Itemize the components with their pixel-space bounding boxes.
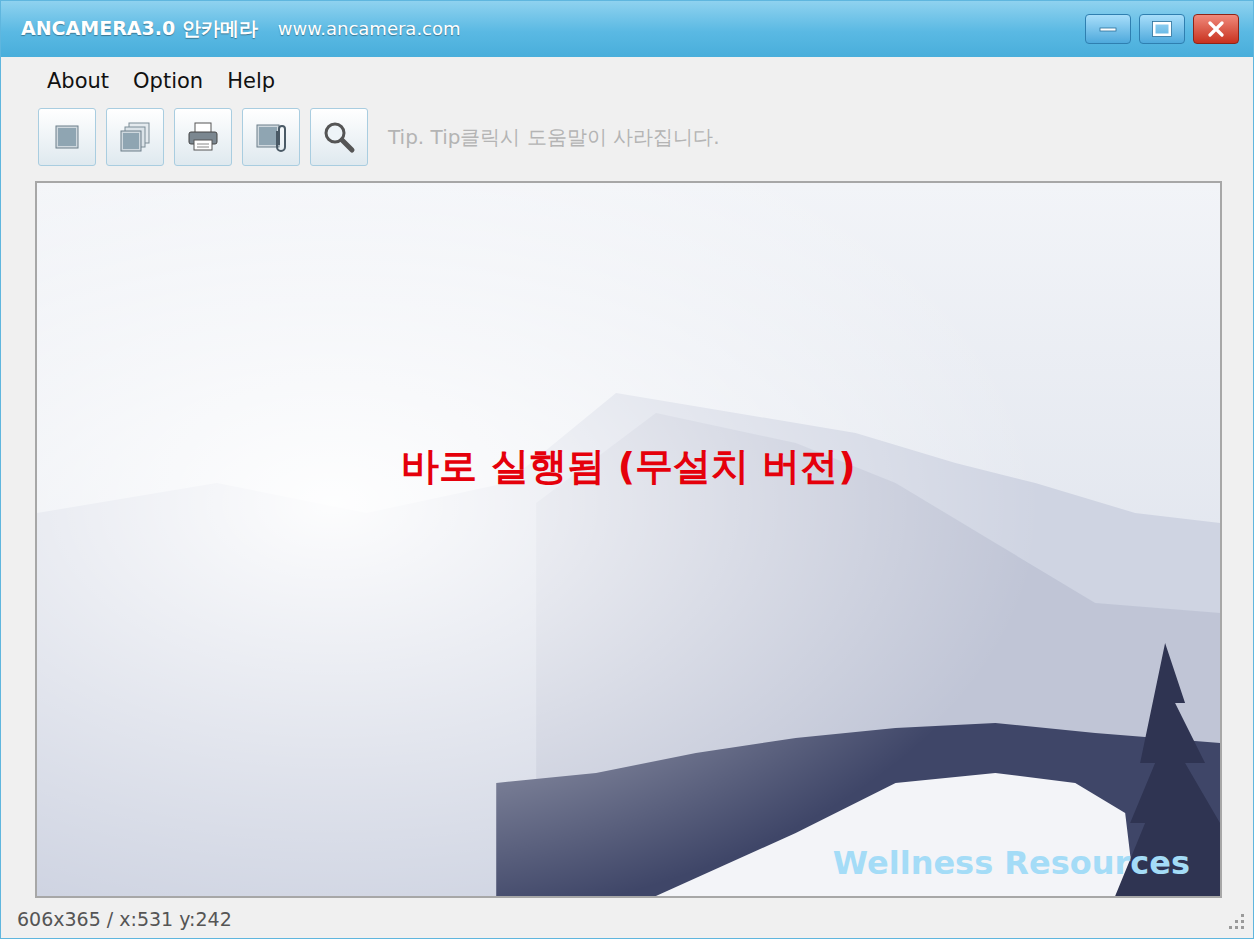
close-icon bbox=[1207, 21, 1225, 37]
window-title: ANCAMERA3.0 안카메라 www.ancamera.com bbox=[21, 16, 461, 42]
close-button[interactable] bbox=[1193, 14, 1239, 44]
toolbar-button[interactable] bbox=[174, 108, 232, 166]
toolbar-button[interactable] bbox=[310, 108, 368, 166]
capture-window-icon bbox=[49, 119, 85, 155]
window-controls bbox=[1085, 14, 1239, 44]
app-title: ANCAMERA3.0 안카메라 bbox=[21, 16, 258, 42]
caption-text: 바로 실행됨 (무설치 버전) bbox=[37, 441, 1220, 492]
toolbar-button[interactable] bbox=[38, 108, 96, 166]
toolbar-button[interactable] bbox=[242, 108, 300, 166]
maximize-icon bbox=[1151, 21, 1173, 37]
attach-icon bbox=[253, 119, 289, 155]
toolbar: Tip. Tip클릭시 도움말이 사라집니다. bbox=[1, 97, 1253, 165]
printer-icon bbox=[185, 119, 221, 155]
capture-view: 바로 실행됨 (무설치 버전) Wellness Resources bbox=[35, 181, 1222, 898]
toolbar-button[interactable] bbox=[106, 108, 164, 166]
resize-grip-icon[interactable] bbox=[1223, 908, 1245, 930]
status-text: 606x365 / x:531 y:242 bbox=[17, 908, 232, 930]
tip-text[interactable]: Tip. Tip클릭시 도움말이 사라집니다. bbox=[388, 124, 720, 151]
maximize-button[interactable] bbox=[1139, 14, 1185, 44]
minimize-button[interactable] bbox=[1085, 14, 1131, 44]
capture-multi-icon bbox=[117, 119, 153, 155]
watermark-text: Wellness Resources bbox=[833, 844, 1190, 882]
magnifier-icon bbox=[321, 119, 357, 155]
minimize-icon bbox=[1097, 22, 1119, 36]
status-bar: 606x365 / x:531 y:242 bbox=[1, 900, 1253, 938]
app-url: www.ancamera.com bbox=[278, 18, 461, 39]
photo bbox=[37, 183, 1220, 896]
title-bar: ANCAMERA3.0 안카메라 www.ancamera.com bbox=[1, 1, 1253, 57]
menu-item[interactable]: Help bbox=[227, 67, 275, 97]
menu-item[interactable]: Option bbox=[133, 67, 203, 97]
menu-item[interactable]: About bbox=[47, 67, 109, 97]
menu-bar: About Option Help bbox=[1, 57, 1253, 97]
